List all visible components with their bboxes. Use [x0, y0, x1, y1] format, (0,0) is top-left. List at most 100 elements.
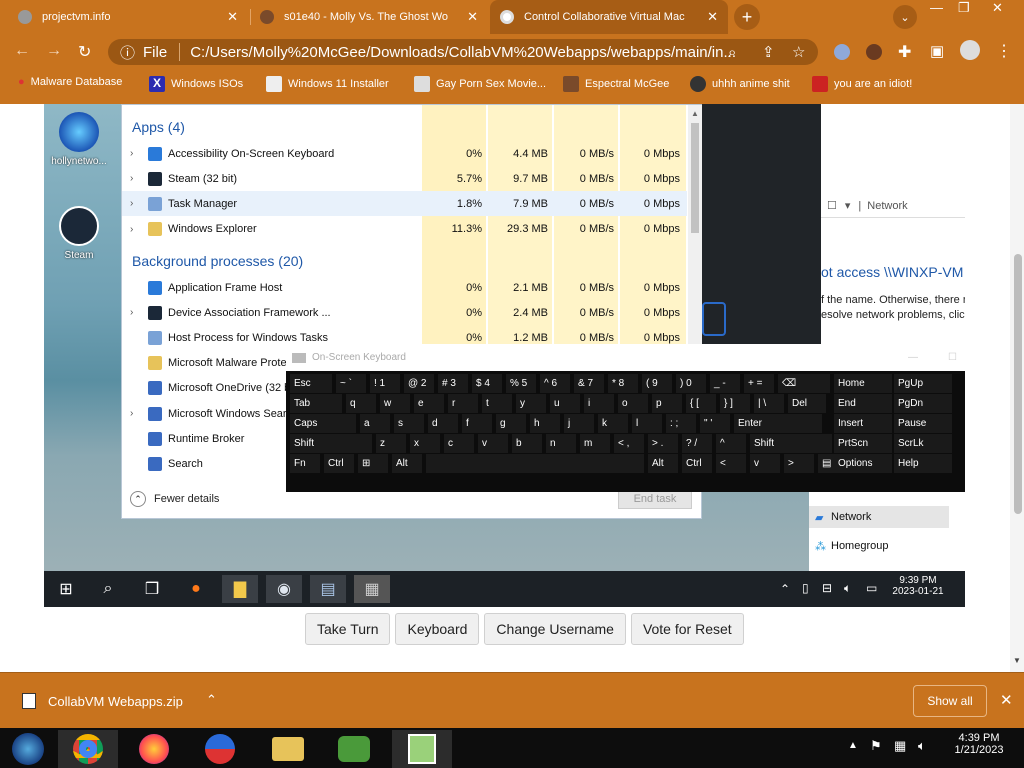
osk-key[interactable]: Alt — [392, 454, 422, 473]
end-task-button[interactable]: End task — [618, 489, 692, 509]
chevron-right-icon[interactable]: › — [130, 148, 133, 159]
show-all-button[interactable]: Show all — [913, 685, 987, 717]
desktop-icon-steam[interactable]: Steam — [44, 206, 114, 261]
download-filename[interactable]: CollabVM Webapps.zip — [48, 694, 183, 709]
osk-key[interactable]: ~ ` — [336, 374, 366, 393]
nav-network[interactable]: ▰ Network — [809, 506, 949, 528]
network-tray-icon[interactable]: ⊟ — [822, 581, 832, 595]
osk-key[interactable]: Shift — [750, 434, 832, 453]
osk-key[interactable]: b — [512, 434, 542, 453]
scroll-thumb[interactable] — [1014, 254, 1022, 514]
osk-key[interactable]: PgUp — [894, 374, 952, 393]
osk-key[interactable]: Ctrl — [682, 454, 712, 473]
address-bar[interactable]: ⓘ File C:/Users/Molly%20McGee/Downloads/… — [108, 39, 818, 65]
back-icon[interactable]: ← — [14, 42, 30, 60]
osk-key[interactable]: PrtScn — [834, 434, 892, 453]
osk-key[interactable]: e — [414, 394, 444, 413]
osk-key[interactable]: ( 9 — [642, 374, 672, 393]
osk-key[interactable]: Insert — [834, 414, 892, 433]
steam-icon[interactable]: ◉ — [266, 575, 302, 603]
vm-clock[interactable]: 9:39 PM 2023-01-21 — [886, 575, 950, 597]
osk-key[interactable]: & 7 — [574, 374, 604, 393]
firefox-icon[interactable]: ● — [178, 575, 214, 603]
volume-icon[interactable]: 🔈︎ — [918, 738, 926, 754]
bookmark-movie[interactable]: Gay Porn Sex Movie... — [414, 76, 546, 92]
osk-key[interactable] — [426, 454, 644, 473]
search-icon[interactable]: ⌕ — [90, 575, 126, 603]
osk-key[interactable]: v — [478, 434, 508, 453]
chevron-right-icon[interactable]: › — [130, 307, 133, 318]
osk-key[interactable]: c — [444, 434, 474, 453]
osk-key[interactable]: ? / — [682, 434, 712, 453]
chevron-right-icon[interactable]: › — [130, 198, 133, 209]
tab-collabvm[interactable]: Control Collaborative Virtual Mac ✕ — [490, 0, 728, 34]
menu-icon[interactable]: ⋮ — [996, 41, 1012, 61]
file-explorer-icon[interactable]: ▇ — [222, 575, 258, 603]
on-screen-keyboard[interactable]: On-Screen Keyboard — ☐ Esc ~ `! 1 @ 2 # 3 $ … — [286, 344, 965, 492]
osk-key[interactable]: z — [376, 434, 406, 453]
bookmark-windows-isos[interactable]: X Windows ISOs — [149, 76, 243, 92]
osk-key[interactable]: Ctrl — [324, 454, 354, 473]
desktop-icon-network[interactable]: hollynetwo... — [44, 112, 114, 167]
osk-key[interactable]: ⌫ — [778, 374, 830, 393]
osk-key[interactable]: ! 1 — [370, 374, 400, 393]
maximize-icon[interactable]: ☐ — [948, 352, 957, 363]
osk-key[interactable]: Pause — [894, 414, 952, 433]
osk-key[interactable]: ⊞ — [358, 454, 388, 473]
scroll-thumb[interactable] — [691, 123, 699, 233]
side-panel-icon[interactable]: ▣ — [930, 42, 944, 60]
start-icon[interactable]: ⊞ — [48, 575, 84, 603]
tab-search-icon[interactable]: ⌄ — [893, 5, 917, 29]
folder-icon[interactable] — [258, 730, 318, 768]
chart-app-icon[interactable] — [392, 730, 452, 768]
osk-key[interactable]: s — [394, 414, 424, 433]
firefox-icon[interactable] — [124, 730, 184, 768]
osk-key[interactable]: f — [462, 414, 492, 433]
osk-key[interactable]: r — [448, 394, 478, 413]
osk-key[interactable]: v — [750, 454, 780, 473]
osk-key[interactable]: y — [516, 394, 546, 413]
explorer-address[interactable]: ☐ ▾ | Network — [821, 194, 965, 218]
page-scrollbar[interactable]: ▼ — [1010, 104, 1024, 672]
osk-key[interactable]: ) 0 — [676, 374, 706, 393]
forward-icon[interactable]: → — [46, 42, 62, 60]
osk-key[interactable]: ^ 6 — [540, 374, 570, 393]
keyboard-button[interactable]: Keyboard — [395, 613, 480, 645]
chevron-right-icon[interactable]: › — [130, 408, 133, 419]
share-icon[interactable]: ⇪ — [762, 43, 775, 61]
osk-key[interactable]: End — [834, 394, 892, 413]
osk-key[interactable]: u — [550, 394, 580, 413]
osk-key[interactable]: % 5 — [506, 374, 536, 393]
osk-key[interactable]: ^ — [716, 434, 746, 453]
osk-key[interactable]: + = — [744, 374, 774, 393]
osk-key[interactable]: w — [380, 394, 410, 413]
osk-key[interactable]: Enter — [734, 414, 822, 433]
obama-logo-icon[interactable] — [190, 730, 250, 768]
close-window-icon[interactable]: ✕ — [992, 0, 1003, 16]
start-orb-icon[interactable] — [0, 730, 56, 768]
osk-key[interactable]: h — [530, 414, 560, 433]
action-center-flag-icon[interactable]: ⚑ — [870, 738, 882, 754]
osk-key[interactable]: d — [428, 414, 458, 433]
zoom-icon[interactable]: ⌕ — [728, 44, 736, 61]
tab-s01e40[interactable]: s01e40 - Molly Vs. The Ghost Wo ✕ — [250, 0, 488, 34]
minimize-icon[interactable]: — — [930, 0, 943, 15]
osk-key[interactable]: > . — [648, 434, 678, 453]
process-row[interactable]: › Device Association Framework ... 0% 2.4 M… — [122, 300, 687, 325]
app-row[interactable]: › Windows Explorer 11.3% 29.3 MB 0 MB/s 0 Mbp… — [122, 217, 687, 242]
battery-icon[interactable]: ▯ — [802, 581, 809, 595]
profile-extension-icon[interactable] — [866, 44, 882, 60]
network-tray-icon[interactable]: ▦ — [894, 738, 906, 754]
scrollbar[interactable]: ▲ — [688, 105, 702, 345]
osk-key[interactable]: Del — [788, 394, 826, 413]
nav-homegroup[interactable]: ⁂ Homegroup — [809, 535, 949, 557]
host-clock[interactable]: 4:39 PM 1/21/2023 — [944, 732, 1014, 756]
osk-key[interactable]: _ - — [710, 374, 740, 393]
bookmark-idiot[interactable]: you are an idiot! — [812, 76, 912, 92]
take-turn-button[interactable]: Take Turn — [305, 613, 391, 645]
osk-key[interactable]: Esc — [290, 374, 332, 393]
osk-key[interactable]: | \ — [754, 394, 784, 413]
bookmark-anime[interactable]: uhhh anime shit — [690, 76, 790, 92]
osk-key[interactable]: i — [584, 394, 614, 413]
notification-icon[interactable]: ▭ — [866, 581, 877, 595]
